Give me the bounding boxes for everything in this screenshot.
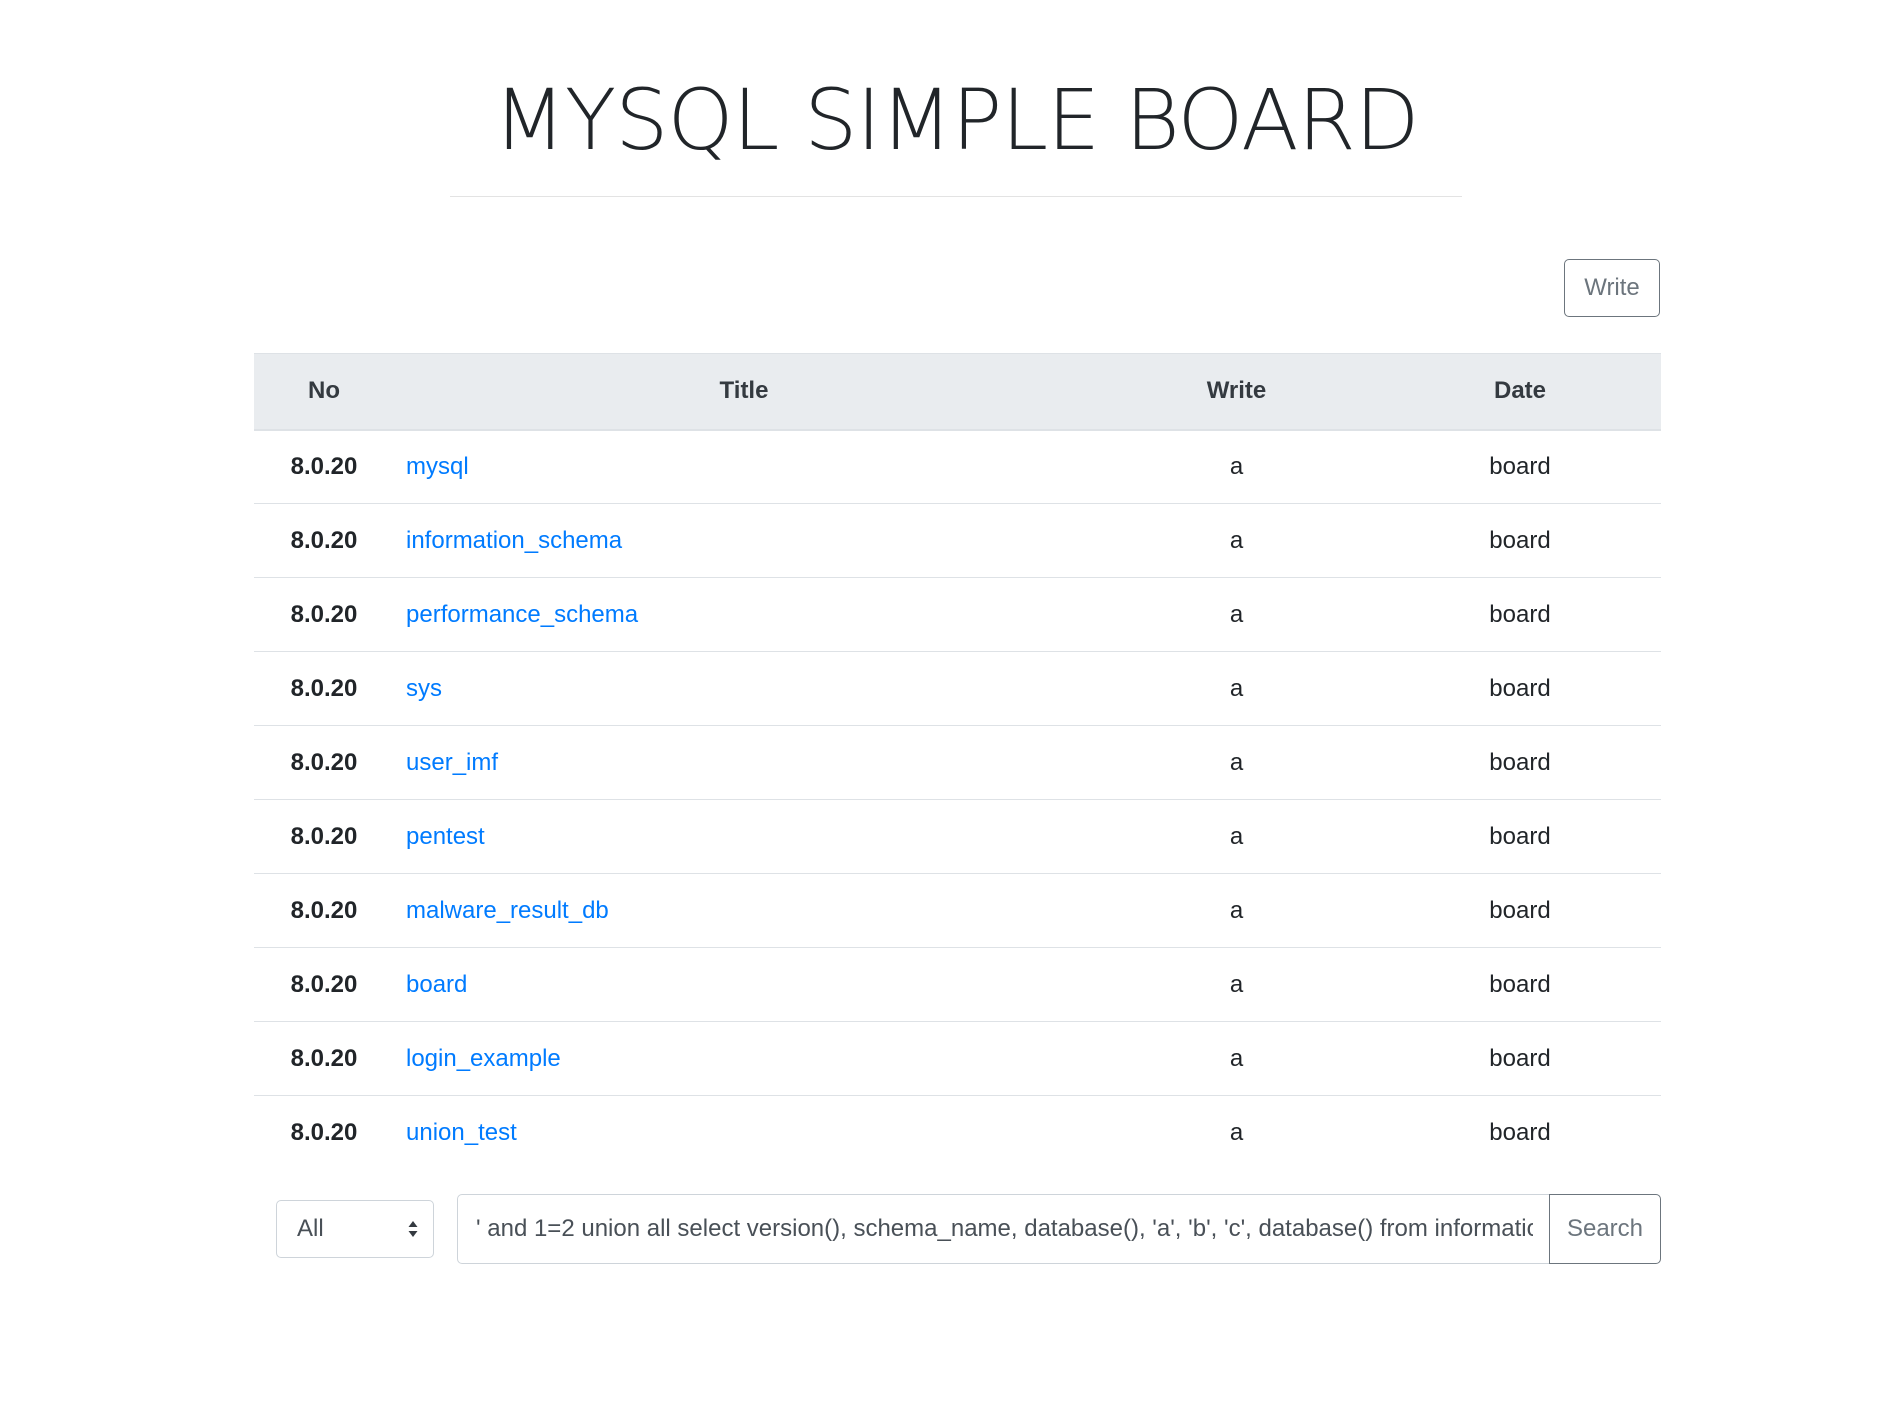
row-title-cell: union_test xyxy=(394,1095,1094,1170)
row-date: board xyxy=(1379,577,1661,652)
row-writer: a xyxy=(1094,1095,1379,1170)
row-title-cell: login_example xyxy=(394,1021,1094,1096)
write-button[interactable]: Write xyxy=(1564,259,1660,317)
row-date: board xyxy=(1379,725,1661,800)
table-row: 8.0.20 malware_result_db a board xyxy=(254,873,1661,948)
row-no: 8.0.20 xyxy=(254,577,394,652)
row-no: 8.0.20 xyxy=(254,725,394,800)
row-title-cell: sys xyxy=(394,651,1094,726)
row-writer: a xyxy=(1094,651,1379,726)
search-filter-value: All xyxy=(297,1215,324,1242)
table-row: 8.0.20 information_schema a board xyxy=(254,503,1661,578)
table-row: 8.0.20 union_test a board xyxy=(254,1095,1661,1170)
search-input[interactable] xyxy=(457,1194,1550,1264)
row-no: 8.0.20 xyxy=(254,651,394,726)
search-button[interactable]: Search xyxy=(1549,1194,1661,1264)
table-row: 8.0.20 user_imf a board xyxy=(254,725,1661,800)
row-date: board xyxy=(1379,651,1661,726)
row-title-link[interactable]: sys xyxy=(394,675,442,702)
row-writer: a xyxy=(1229,452,1244,480)
table-row: 8.0.20 mysql a board xyxy=(254,430,1661,504)
row-date: board xyxy=(1379,799,1661,874)
row-title-cell: malware_result_db xyxy=(394,873,1094,948)
row-writer: a xyxy=(1094,1021,1379,1096)
page-title: MYSQL SIMPLE BOARD xyxy=(493,71,1419,169)
row-date: board xyxy=(1379,503,1661,578)
table-body: 8.0.20 mysql a board 8.0.20 information_… xyxy=(254,430,1661,1170)
row-title-cell: mysql xyxy=(394,430,1094,504)
table-row: 8.0.20 board a board xyxy=(254,947,1661,1022)
row-no: 8.0.20 xyxy=(254,503,394,578)
row-writer: a xyxy=(1094,873,1379,948)
row-title-link[interactable]: union_test xyxy=(394,1119,517,1146)
board-table: No Title Write Date 8.0.20 mysql a board… xyxy=(254,353,1661,1170)
row-title-cell: performance_schema xyxy=(394,577,1094,652)
row-title-cell: pentest xyxy=(394,799,1094,874)
row-title-cell: user_imf xyxy=(394,725,1094,800)
row-date: board xyxy=(1379,947,1661,1022)
column-header-title: Title xyxy=(394,353,1094,431)
board-page: MYSQL SIMPLE BOARD Write No Title Write … xyxy=(0,0,1896,1410)
row-date: board xyxy=(1379,1021,1661,1096)
column-header-date: Date xyxy=(1379,353,1661,431)
row-title-link[interactable]: performance_schema xyxy=(394,601,638,628)
row-title-link[interactable]: malware_result_db xyxy=(394,897,609,924)
page-header: MYSQL SIMPLE BOARD xyxy=(450,70,1462,170)
column-header-no: No xyxy=(254,353,394,431)
select-updown-icon xyxy=(408,1221,418,1237)
table-row: 8.0.20 login_example a board xyxy=(254,1021,1661,1096)
row-writer: a xyxy=(1094,577,1379,652)
column-header-write: Write xyxy=(1094,353,1379,431)
row-writer: a xyxy=(1094,799,1379,874)
row-writer: a xyxy=(1094,947,1379,1022)
row-writer: a xyxy=(1094,725,1379,800)
row-title-cell: board xyxy=(394,947,1094,1022)
row-title-link[interactable]: board xyxy=(394,971,467,998)
row-no: 8.0.20 xyxy=(254,873,394,948)
row-no: 8.0.20 xyxy=(254,1021,394,1096)
search-filter-select[interactable]: All xyxy=(276,1200,434,1258)
row-title-cell: information_schema xyxy=(394,503,1094,578)
row-date: board xyxy=(1489,452,1551,480)
row-writer: a xyxy=(1094,503,1379,578)
table-row: 8.0.20 pentest a board xyxy=(254,799,1661,874)
row-title-link[interactable]: user_imf xyxy=(394,749,498,776)
table-row: 8.0.20 performance_schema a board xyxy=(254,577,1661,652)
row-date: board xyxy=(1379,873,1661,948)
table-header-row: No Title Write Date xyxy=(254,353,1661,431)
row-title-link[interactable]: mysql xyxy=(394,453,469,480)
row-date: board xyxy=(1379,1095,1661,1170)
row-title-link[interactable]: pentest xyxy=(394,823,485,850)
table-row: 8.0.20 sys a board xyxy=(254,651,1661,726)
table-header: No Title Write Date xyxy=(254,353,1661,431)
row-no: 8.0.20 xyxy=(254,947,394,1022)
search-bar: All Search xyxy=(276,1194,1661,1264)
row-title-link[interactable]: login_example xyxy=(394,1045,561,1072)
row-no: 8.0.20 xyxy=(254,799,394,874)
row-title-link[interactable]: information_schema xyxy=(394,527,622,554)
title-divider xyxy=(450,196,1462,197)
row-no: 8.0.20 xyxy=(254,1095,394,1170)
row-no: 8.0.20 xyxy=(290,452,358,480)
